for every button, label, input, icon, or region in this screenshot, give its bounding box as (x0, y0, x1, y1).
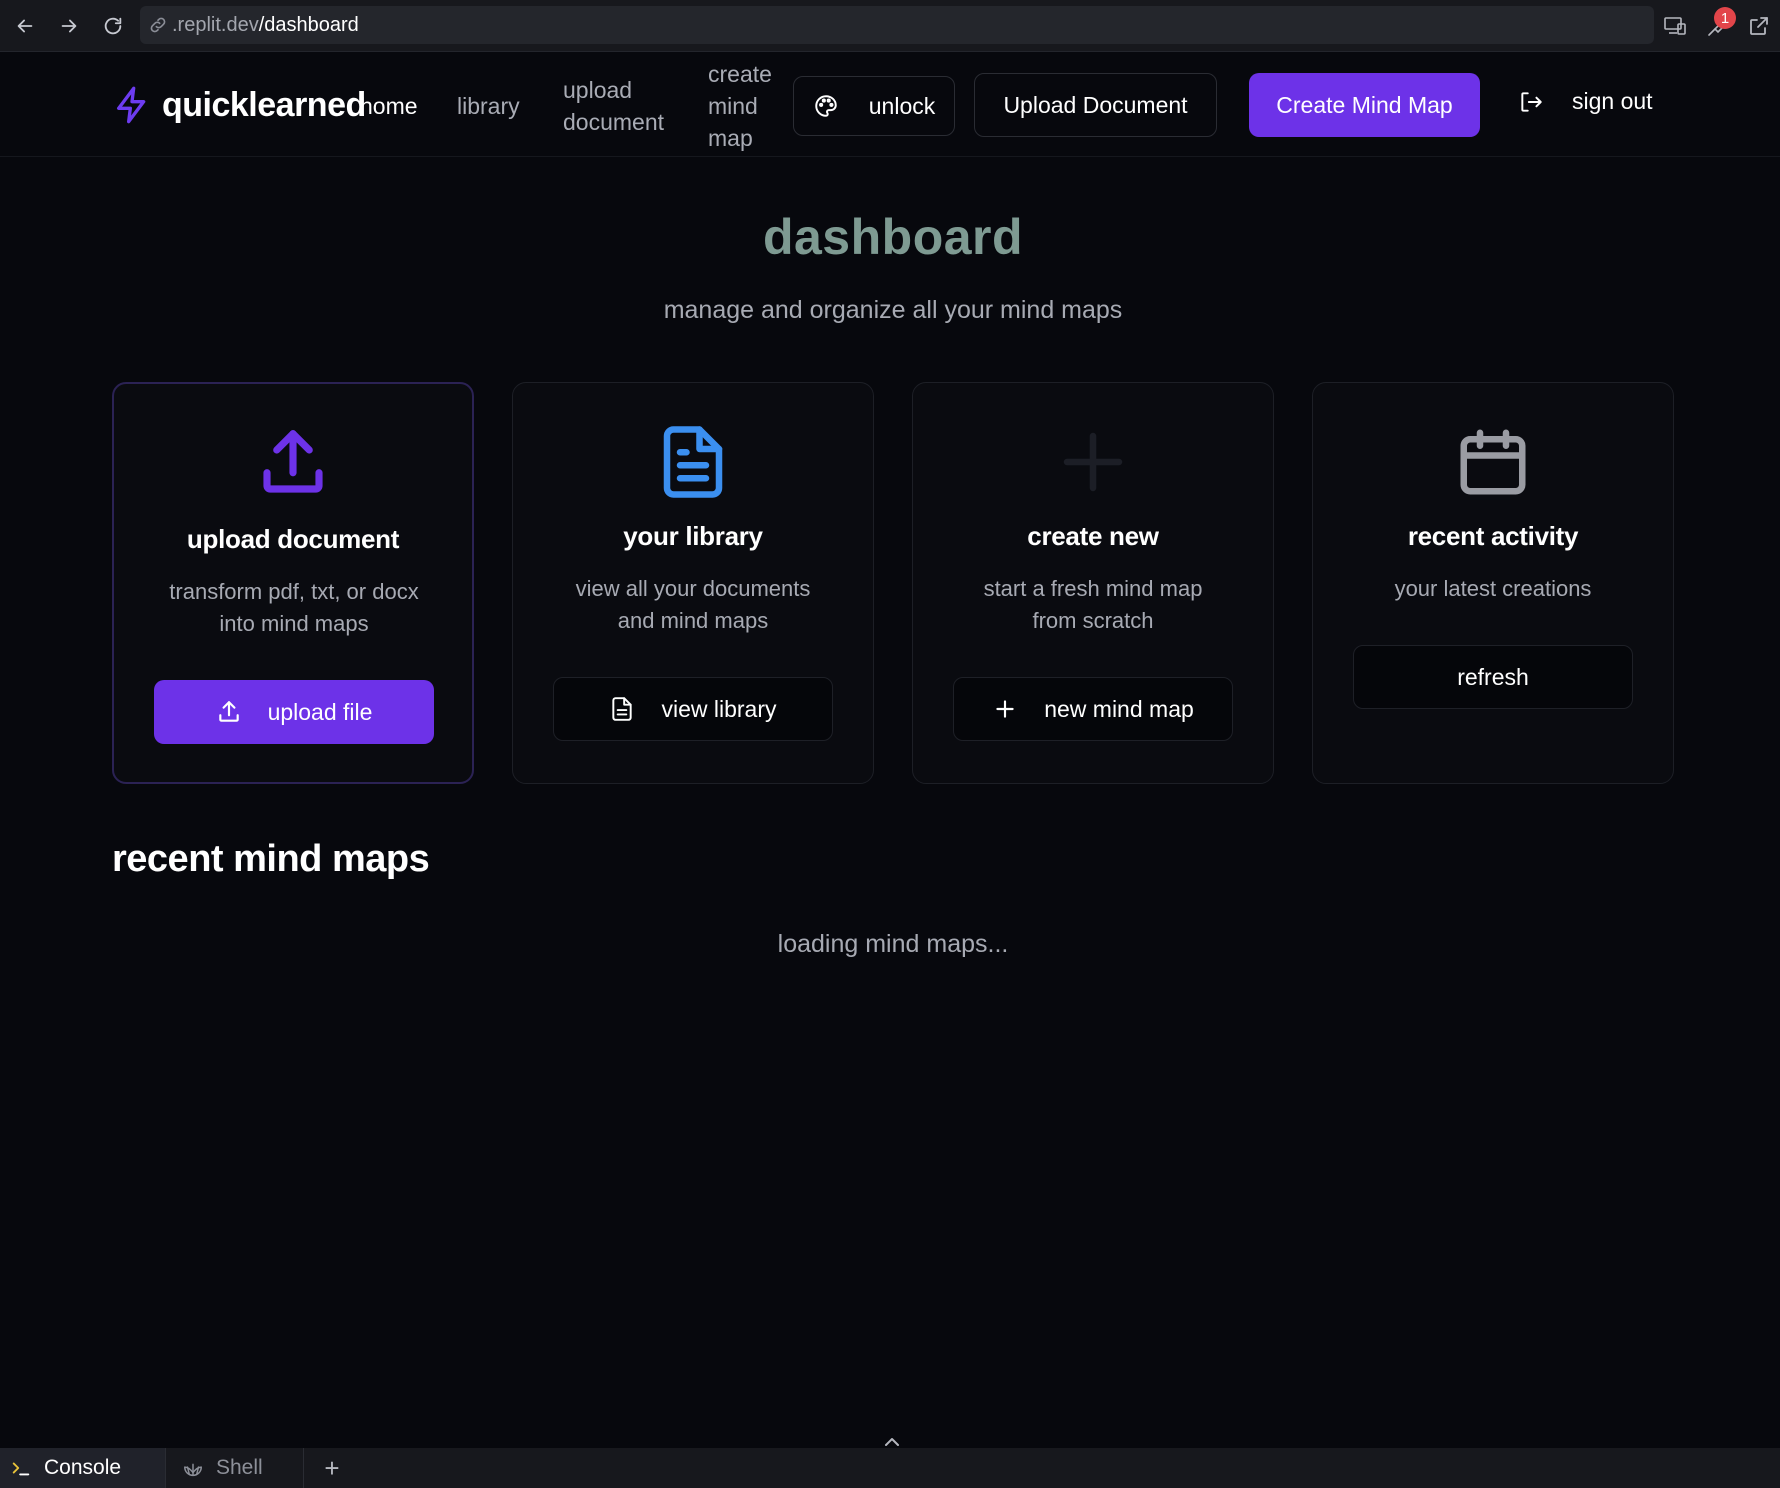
terminal-prompt-icon (12, 1462, 30, 1476)
notification-badge: 1 (1714, 7, 1736, 29)
sign-out-button[interactable]: sign out (1518, 88, 1653, 115)
nav-home[interactable]: home (360, 90, 418, 122)
console-tab-bar: Console Shell + (0, 1448, 1780, 1488)
upload-document-button[interactable]: Upload Document (974, 73, 1217, 137)
add-tab-button[interactable]: + (304, 1448, 360, 1488)
nav-create-mind-map[interactable]: create mind map (708, 58, 772, 154)
card-description: view all your documents and mind maps (543, 573, 843, 637)
card-description: start a fresh mind map from scratch (943, 573, 1243, 637)
document-icon (663, 426, 723, 498)
new-mind-map-label: new mind map (1044, 695, 1194, 722)
nav-upload-line1: upload (563, 77, 633, 103)
forward-arrow-icon[interactable] (54, 11, 84, 41)
page-subtitle: manage and organize all your mind maps (663, 296, 1123, 324)
view-library-label: view library (661, 695, 777, 722)
loading-text: loading mind maps... (777, 930, 1009, 958)
devtools-wrench-icon[interactable]: 1 (1696, 5, 1738, 47)
back-arrow-icon[interactable] (10, 11, 40, 41)
nav-create-line2: mind (708, 93, 758, 119)
document-small-icon (612, 697, 633, 721)
card-icon-wrap (913, 423, 1273, 501)
browser-toolbar: .replit.dev/dashboard 1 (0, 0, 1780, 52)
page-title: dashboard (762, 209, 1024, 265)
plus-small-icon (996, 700, 1014, 718)
upload-file-label: upload file (267, 698, 373, 725)
library-card[interactable]: your library view all your documents and… (512, 382, 874, 784)
card-title: recent activity (1407, 521, 1579, 551)
url-path: /dashboard (258, 13, 359, 36)
card-description: transform pdf, txt, or docx into mind ma… (144, 576, 444, 640)
tab-shell-label: Shell (216, 1456, 263, 1479)
nav-create-line3: map (708, 125, 753, 151)
logo[interactable]: quicklearned (112, 83, 366, 127)
app-header: quicklearned home library upload documen… (0, 53, 1780, 157)
recent-mind-maps-title: recent mind maps (112, 838, 430, 880)
card-title: create new (1027, 521, 1159, 551)
create-mind-map-button[interactable]: Create Mind Map (1249, 73, 1480, 137)
shell-icon (184, 1463, 202, 1477)
upload-document-card[interactable]: upload document transform pdf, txt, or d… (112, 382, 474, 784)
nav-library[interactable]: library (457, 90, 520, 122)
tab-console[interactable]: Console (0, 1448, 166, 1488)
view-library-button[interactable]: view library (553, 677, 833, 741)
unlock-button[interactable]: unlock (793, 76, 955, 136)
recent-activity-card[interactable]: recent activity your latest creations re… (1312, 382, 1674, 784)
card-desc-line2: into mind maps (219, 611, 369, 636)
card-icon-wrap (513, 423, 873, 501)
card-icon-wrap (114, 424, 472, 502)
upload-small-icon (218, 701, 239, 722)
card-desc-line1: view all your documents (575, 576, 811, 601)
card-desc-line1: transform pdf, txt, or docx (169, 579, 419, 604)
card-desc-line2: from scratch (1032, 608, 1154, 633)
logo-text: quicklearned (162, 85, 366, 124)
tab-shell[interactable]: Shell (166, 1448, 304, 1488)
devices-icon[interactable] (1654, 5, 1696, 47)
new-mind-map-button[interactable]: new mind map (953, 677, 1233, 741)
create-new-card[interactable]: create new start a fresh mind map from s… (912, 382, 1274, 784)
refresh-button[interactable]: refresh (1353, 645, 1633, 709)
upload-icon (263, 430, 323, 493)
link-icon (150, 17, 166, 33)
open-external-icon[interactable] (1738, 5, 1780, 47)
create-mind-map-label: Create Mind Map (1276, 91, 1453, 118)
card-title: upload document (186, 524, 400, 554)
card-description: your latest creations (1343, 573, 1643, 605)
url-host: .replit.dev (172, 13, 259, 36)
reload-icon[interactable] (98, 11, 128, 41)
refresh-label: refresh (1457, 663, 1529, 690)
upload-document-label: Upload Document (1003, 91, 1188, 118)
plus-icon (1063, 432, 1123, 492)
tab-console-label: Console (44, 1456, 122, 1479)
calendar-icon (1460, 429, 1526, 495)
lightning-icon (117, 86, 146, 124)
nav-upload-line2: document (563, 109, 665, 135)
address-bar[interactable]: .replit.dev/dashboard (140, 6, 1654, 44)
browser-actions: 1 (1654, 0, 1780, 52)
unlock-label: unlock (868, 92, 936, 119)
upload-file-button[interactable]: upload file (154, 680, 434, 744)
card-desc-line1: your latest creations (1394, 576, 1592, 601)
nav-create-line1: create (708, 61, 772, 87)
palette-icon (815, 95, 837, 117)
card-title: your library (623, 521, 763, 551)
nav-upload-document[interactable]: upload document (563, 74, 664, 138)
sign-out-label: sign out (1572, 88, 1653, 114)
card-desc-line2: and mind maps (617, 608, 769, 633)
card-desc-line1: start a fresh mind map (983, 576, 1203, 601)
card-icon-wrap (1313, 423, 1673, 501)
sign-out-icon (1521, 91, 1542, 112)
